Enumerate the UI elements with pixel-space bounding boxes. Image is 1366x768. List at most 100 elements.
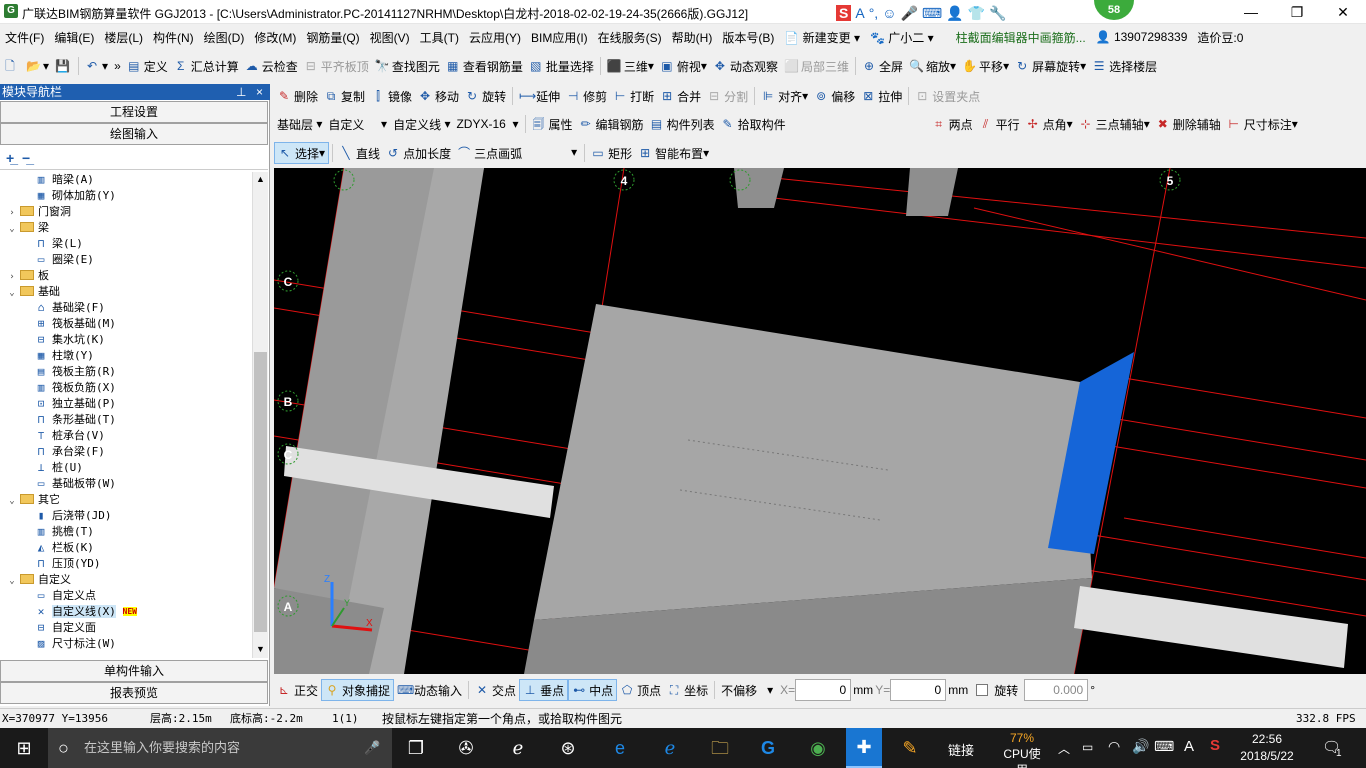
- active-app-tile[interactable]: ✚: [846, 728, 882, 768]
- toolbar3-right-item-0[interactable]: ⌗ 两点: [929, 113, 976, 135]
- offset-mode-select[interactable]: 不偏移 ▾: [718, 679, 776, 701]
- toolbar3-item-0[interactable]: 🗐 属性: [529, 113, 576, 135]
- expand-all-icon[interactable]: +̲: [6, 150, 14, 166]
- wifi-icon[interactable]: ◠: [1108, 738, 1120, 755]
- tree-item[interactable]: ⊓ 条形基础(T): [6, 412, 252, 428]
- dropdown-arrow-icon[interactable]: ▾: [701, 59, 707, 73]
- punct-icon[interactable]: °,: [869, 5, 879, 21]
- column-member-top2[interactable]: [906, 168, 958, 216]
- type-select[interactable]: 自定义线 ▾: [390, 113, 453, 135]
- single-component-input-button[interactable]: 单构件输入: [0, 660, 268, 682]
- tree-item[interactable]: ⌂ 基础梁(F): [6, 300, 252, 316]
- tree-item[interactable]: ▭ 自定义点: [6, 588, 252, 604]
- dropdown-arrow-icon[interactable]: ▾: [802, 89, 808, 103]
- mic-icon[interactable]: 🎤: [900, 5, 917, 22]
- windows-start-icon[interactable]: ⊞: [12, 736, 36, 760]
- dropdown-arrow-icon[interactable]: ▾: [1080, 59, 1086, 73]
- toolbar-item-toolbar2-0[interactable]: ✎ 删除: [274, 85, 321, 107]
- menu-item-8[interactable]: 工具(T): [415, 29, 464, 46]
- toolbar4-item-4[interactable]: ▭ 矩形: [588, 142, 635, 164]
- menu-item-7[interactable]: 视图(V): [365, 29, 415, 46]
- toolbar3-item-1[interactable]: ✏ 编辑钢筋: [576, 113, 647, 135]
- toolbar3-right-item-5[interactable]: ⊢ 尺寸标注 ▾: [1224, 113, 1301, 135]
- taskbar-search-box[interactable]: ○ 在这里输入你要搜索的内容 🎤: [48, 728, 392, 768]
- toolbar3-right-item-2[interactable]: ✢ 点角 ▾: [1023, 113, 1076, 135]
- toolbar4-item-0[interactable]: ↖ 选择 ▾: [274, 142, 330, 164]
- scroll-down-icon[interactable]: ▼: [256, 644, 265, 654]
- rotate-checkbox[interactable]: [976, 684, 989, 696]
- toolbar-item-toolbar1-12[interactable]: 🔍 缩放 ▾: [906, 55, 959, 77]
- tree-item[interactable]: ⊟ 集水坑(K): [6, 332, 252, 348]
- input-mode-icon[interactable]: A: [1184, 738, 1194, 755]
- tree-folder[interactable]: › 门窗洞: [6, 204, 252, 220]
- overflow-icon[interactable]: »: [111, 55, 124, 77]
- tree-item[interactable]: ▦ 砌体加筋(Y): [6, 188, 252, 204]
- tray-expand-icon[interactable]: ︿: [1058, 740, 1070, 757]
- tree-item[interactable]: ▦ 柱墩(Y): [6, 348, 252, 364]
- tree-item[interactable]: ◭ 栏板(K): [6, 540, 252, 556]
- menu-item-17[interactable]: 👤 13907298339: [1091, 30, 1193, 44]
- toolbar-item-toolbar1-4[interactable]: 🔭 查找图元: [372, 55, 443, 77]
- toolbar4-item-1[interactable]: ╲ 直线: [336, 142, 383, 164]
- toolbar-item-toolbar1-5[interactable]: ▦ 查看钢筋量: [443, 55, 526, 77]
- category-select[interactable]: 自定义 ▾: [325, 113, 390, 135]
- toolbar-item-toolbar1-3[interactable]: ⊟ 平齐板顶: [301, 55, 372, 77]
- close-button[interactable]: ✕: [1320, 0, 1366, 24]
- toolbar-item-toolbar2-8[interactable]: ⊞ 合并: [657, 85, 704, 107]
- toolbar-item-toolbar2-4[interactable]: ↻ 旋转: [462, 85, 509, 107]
- toolbar3-item-3[interactable]: ✎ 拾取构件: [718, 113, 789, 135]
- microphone-icon[interactable]: 🎤: [364, 728, 380, 768]
- toolbar-item-toolbar2-1[interactable]: ⧉ 复制: [321, 85, 368, 107]
- x-offset-input[interactable]: 0: [795, 679, 852, 701]
- tree-folder[interactable]: ⌄ 自定义: [6, 572, 252, 588]
- coordinate-snap[interactable]: ⛶ 坐标: [664, 679, 711, 701]
- floor-select[interactable]: 基础层 ▾: [274, 113, 325, 135]
- tree-folder[interactable]: › 板: [6, 268, 252, 284]
- menu-item-6[interactable]: 钢筋量(Q): [301, 29, 364, 46]
- menu-item-9[interactable]: 云应用(Y): [464, 29, 526, 46]
- tree-item[interactable]: ⊓ 压顶(YD): [6, 556, 252, 572]
- toolbar-item-toolbar1-0[interactable]: ▤ 定义: [124, 55, 171, 77]
- tree-item[interactable]: ⊓ 梁(L): [6, 236, 252, 252]
- rotate-input[interactable]: 0.000: [1024, 679, 1089, 701]
- toolbar-item-toolbar1-14[interactable]: ↻ 屏幕旋转 ▾: [1012, 55, 1089, 77]
- tree-expand-collapse[interactable]: +̲ −̲: [6, 150, 30, 166]
- tree-toggle-icon[interactable]: ⌄: [6, 285, 18, 301]
- viewport-canvas[interactable]: 4 5 C B C A: [274, 168, 1366, 674]
- menu-item-11[interactable]: 在线服务(S): [593, 29, 667, 46]
- drawing-viewport[interactable]: 4 5 C B C A Z X Y: [274, 168, 1366, 674]
- component-tree[interactable]: ▥ 暗梁(A) ▦ 砌体加筋(Y) › 门窗洞 ⌄ 梁 ⊓ 梁(L) ▭ 圈梁(E) › 板 ⌄ 基础 ⌂ 基础梁…: [6, 172, 252, 658]
- menu-item-4[interactable]: 绘图(D): [199, 29, 250, 46]
- toolbar-item-toolbar2-7[interactable]: ⊢ 打断: [610, 85, 657, 107]
- toolbar-item-toolbar1-11[interactable]: ⊕ 全屏: [859, 55, 906, 77]
- tree-scrollbar[interactable]: ▲ ▼: [252, 172, 268, 658]
- toolbar-item-toolbar2-9[interactable]: ⊟ 分割: [704, 85, 751, 107]
- tree-item[interactable]: ▨ 尺寸标注(W): [6, 636, 252, 652]
- beam-white-right[interactable]: [1074, 586, 1348, 668]
- toolbar3-right-item-3[interactable]: ⊹ 三点辅轴 ▾: [1076, 113, 1153, 135]
- menu-item-0[interactable]: 文件(F): [0, 29, 49, 46]
- fan-app-icon[interactable]: ✇: [454, 736, 478, 760]
- tray-app-icon[interactable]: ▭: [1082, 740, 1093, 754]
- new-file-button[interactable]: 🗋: [0, 55, 23, 77]
- menu-item-10[interactable]: BIM应用(I): [526, 29, 593, 46]
- notes-app-icon[interactable]: ✎: [898, 736, 922, 760]
- menu-item-3[interactable]: 构件(N): [148, 29, 199, 46]
- pin-icon[interactable]: ⊥: [236, 84, 246, 100]
- toolbar4-item-2[interactable]: ↺ 点加长度: [383, 142, 454, 164]
- menu-item-12[interactable]: 帮助(H): [667, 29, 718, 46]
- ie-browser-icon[interactable]: ℯ: [506, 736, 530, 760]
- perpendicular-snap[interactable]: ⊥ 垂点: [519, 679, 569, 701]
- keyboard-tray-icon[interactable]: ⌨: [1154, 738, 1174, 755]
- toolbar-item-toolbar2-13[interactable]: ⊡ 设置夹点: [912, 85, 983, 107]
- scroll-thumb[interactable]: [254, 352, 267, 632]
- link-label[interactable]: 链接: [948, 740, 974, 759]
- tree-toggle-icon[interactable]: ›: [6, 269, 18, 285]
- glodon-icon[interactable]: G: [756, 736, 780, 760]
- open-file-button[interactable]: 📂 ▾: [23, 55, 52, 77]
- menu-item-18[interactable]: 造价豆:0: [1192, 29, 1248, 46]
- raft-slab[interactable]: [534, 304, 1092, 620]
- intersection-snap[interactable]: ✕ 交点: [472, 679, 519, 701]
- tree-item[interactable]: ⊥ 桩(U): [6, 460, 252, 476]
- object-snap-toggle[interactable]: ⚲ 对象捕捉: [321, 679, 395, 701]
